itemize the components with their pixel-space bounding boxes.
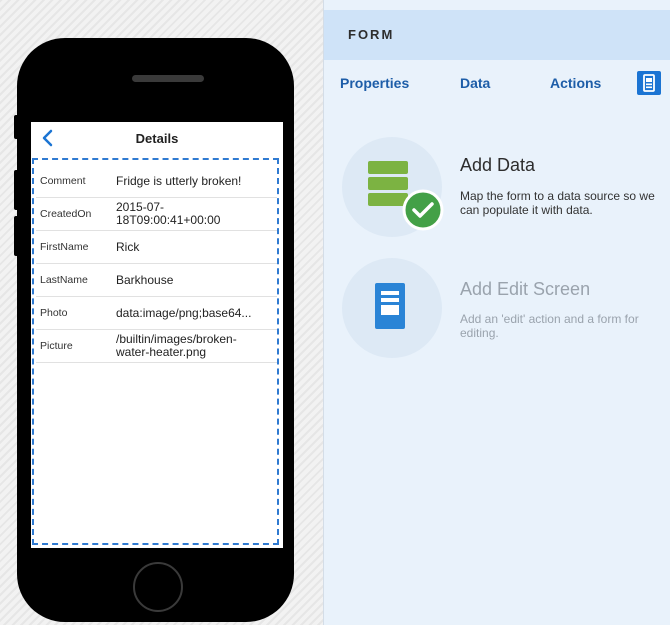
add-edit-screen-circle bbox=[342, 258, 442, 358]
field-label: FirstName bbox=[40, 241, 89, 253]
field-value: Barkhouse bbox=[116, 272, 174, 287]
home-button bbox=[133, 562, 183, 612]
panel-header: FORM bbox=[324, 10, 670, 60]
add-data-circle bbox=[342, 137, 444, 237]
field-label: Photo bbox=[40, 307, 68, 319]
document-icon bbox=[375, 283, 405, 329]
table-row[interactable]: FirstName Rick bbox=[36, 231, 277, 264]
details-table: Comment Fridge is utterly broken! Create… bbox=[36, 165, 277, 363]
table-row[interactable]: Photo data:image/png;base64... bbox=[36, 297, 277, 330]
add-data-title: Add Data bbox=[460, 155, 536, 175]
phone-volume-up bbox=[14, 170, 20, 210]
screen-title: Details bbox=[135, 131, 179, 146]
table-row[interactable]: CreatedOn 2015-07- 18T09:00:41+00:00 bbox=[36, 198, 277, 231]
phone-speaker bbox=[132, 75, 204, 82]
design-canvas: Details Comment Fridge is utterly broken… bbox=[0, 0, 323, 625]
add-edit-screen-description: Add an 'edit' action and a form for edit… bbox=[460, 312, 639, 340]
phone-volume-down bbox=[14, 216, 20, 256]
form-panel: FORM Properties Data Actions Add Data Ma… bbox=[323, 0, 670, 625]
tab-properties[interactable]: Properties bbox=[340, 75, 409, 91]
phone-screen: Details Comment Fridge is utterly broken… bbox=[31, 122, 283, 548]
field-value: data:image/png;base64... bbox=[116, 306, 252, 320]
checkmark-icon bbox=[402, 189, 444, 231]
field-label: LastName bbox=[40, 274, 88, 286]
panel-title: FORM bbox=[348, 27, 395, 42]
field-value: /builtin/images/broken- water-heater.png bbox=[116, 332, 237, 359]
mobile-preview-icon bbox=[643, 74, 655, 92]
field-value: Rick bbox=[116, 239, 140, 254]
mobile-preview-button[interactable] bbox=[637, 71, 661, 95]
table-row[interactable]: Picture /builtin/images/broken- water-he… bbox=[36, 330, 277, 363]
field-label: CreatedOn bbox=[40, 208, 92, 220]
phone-mute-switch bbox=[14, 115, 20, 139]
field-label: Comment bbox=[40, 175, 86, 187]
tab-actions[interactable]: Actions bbox=[550, 75, 601, 91]
phone-frame: Details Comment Fridge is utterly broken… bbox=[14, 38, 294, 622]
nav-bar: Details bbox=[31, 122, 283, 154]
field-value: 2015-07- 18T09:00:41+00:00 bbox=[116, 200, 221, 227]
tab-data[interactable]: Data bbox=[460, 75, 490, 91]
table-row[interactable]: LastName Barkhouse bbox=[36, 264, 277, 297]
table-row[interactable]: Comment Fridge is utterly broken! bbox=[36, 165, 277, 198]
field-label: Picture bbox=[40, 340, 73, 352]
field-value: Fridge is utterly broken! bbox=[116, 173, 242, 188]
add-edit-screen-title: Add Edit Screen bbox=[460, 279, 591, 299]
add-data-description: Map the form to a data source so we can … bbox=[460, 189, 655, 217]
